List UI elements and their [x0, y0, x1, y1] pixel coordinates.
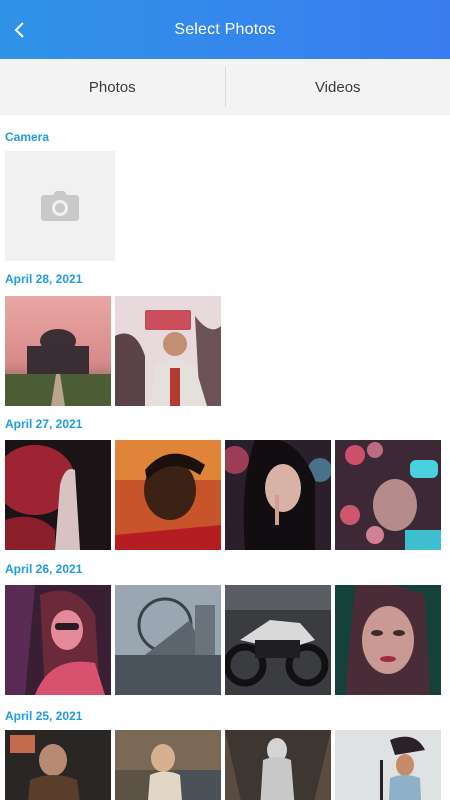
tab-videos[interactable]: Videos — [226, 59, 450, 115]
photo-thumbnail[interactable] — [335, 730, 441, 800]
section-label-date: April 25, 2021 — [5, 709, 83, 723]
photo-thumbnail[interactable] — [115, 296, 221, 406]
page-title: Select Photos — [174, 21, 276, 38]
camera-tile[interactable] — [5, 151, 115, 261]
photo-thumbnail[interactable] — [335, 585, 441, 695]
photo-thumbnail[interactable] — [225, 585, 331, 695]
photo-thumbnail[interactable] — [115, 585, 221, 695]
media-type-tabs: Photos Videos — [0, 59, 450, 115]
camera-icon — [41, 191, 79, 221]
photo-thumbnail[interactable] — [5, 730, 111, 800]
photo-grid: Camera April 28, 2021 April 27, 2021 Apr… — [0, 115, 450, 800]
photo-thumbnail[interactable] — [335, 440, 441, 550]
photo-thumbnail[interactable] — [5, 585, 111, 695]
tab-photos[interactable]: Photos — [0, 59, 225, 115]
section-label-date: April 27, 2021 — [5, 417, 83, 431]
section-label-camera: Camera — [5, 130, 50, 144]
photo-thumbnail[interactable] — [5, 440, 111, 550]
photo-thumbnail[interactable] — [115, 440, 221, 550]
app-header: Select Photos — [0, 0, 450, 59]
section-label-date: April 26, 2021 — [5, 562, 83, 576]
photo-thumbnail[interactable] — [225, 440, 331, 550]
photo-thumbnail[interactable] — [115, 730, 221, 800]
photo-thumbnail[interactable] — [225, 730, 331, 800]
section-label-date: April 28, 2021 — [5, 272, 83, 286]
photo-thumbnail[interactable] — [5, 296, 111, 406]
